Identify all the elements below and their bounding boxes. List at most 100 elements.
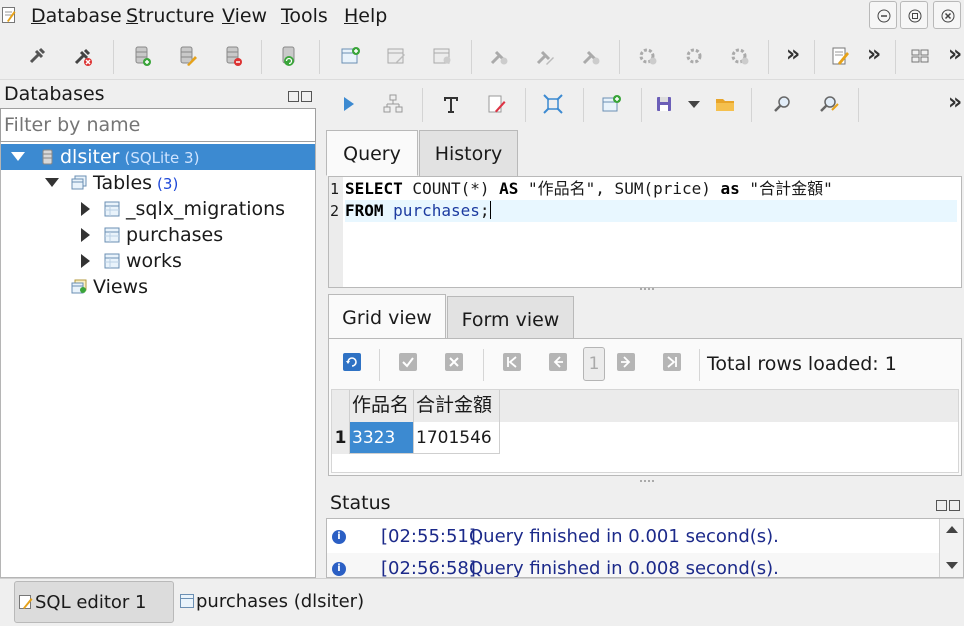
tab-form-view[interactable]: Form view (447, 296, 574, 338)
find-replace-icon[interactable] (817, 92, 841, 116)
edit-index-icon[interactable] (682, 44, 706, 68)
last-page-icon[interactable] (663, 353, 681, 371)
toolbar-overflow-2-icon[interactable]: ›› (867, 42, 881, 67)
tab-grid-view[interactable]: Grid view (328, 294, 446, 340)
remove-database-icon[interactable] (221, 44, 245, 68)
tree-item-table[interactable]: _sqlx_migrations (1, 196, 315, 222)
tree-item-tables[interactable]: Tables (3) (1, 170, 315, 196)
edit-table-icon[interactable] (384, 44, 408, 68)
edit-column-icon[interactable] (533, 44, 557, 68)
fit-layout-icon[interactable] (541, 92, 565, 116)
menu-view[interactable]: View (222, 5, 267, 27)
close-button[interactable] (933, 1, 961, 29)
commit-icon[interactable] (399, 353, 417, 371)
collapse-arrow-icon[interactable] (45, 178, 59, 187)
tree-item-views[interactable]: Views (1, 274, 315, 300)
views-label: Views (93, 276, 148, 298)
table-name: _sqlx_migrations (126, 198, 286, 220)
find-icon[interactable] (771, 92, 795, 116)
tree-item-table[interactable]: works (1, 248, 315, 274)
next-page-icon[interactable] (617, 353, 635, 371)
status-entry: i [02:56:58] Query finished in 0.008 sec… (327, 553, 939, 578)
table-icon (104, 253, 120, 269)
restore-button[interactable] (900, 1, 928, 29)
tab-sql-editor[interactable]: SQL editor 1 (14, 581, 174, 623)
menu-database[interactable]: Database (31, 5, 122, 27)
editor-toolbar-overflow-icon[interactable]: ›› (948, 90, 962, 115)
table-name: works (126, 250, 182, 272)
edit-database-icon[interactable] (175, 44, 199, 68)
save-dropdown-icon[interactable] (682, 92, 706, 116)
result-splitter-handle[interactable] (640, 480, 654, 483)
tree-item-database[interactable]: dlsiter (SQLite 3) (1, 144, 315, 170)
first-page-icon[interactable] (503, 353, 521, 371)
tree-item-table[interactable]: purchases (1, 222, 315, 248)
drop-table-icon[interactable] (430, 44, 454, 68)
toolbar-overflow-1-icon[interactable]: ›› (786, 42, 800, 67)
previous-page-icon[interactable] (549, 353, 567, 371)
refresh-database-icon[interactable] (277, 44, 301, 68)
add-column-icon[interactable] (487, 44, 511, 68)
add-index-icon[interactable] (636, 44, 660, 68)
scroll-down-icon[interactable] (945, 561, 959, 571)
database-type-badge: (SQLite 3) (124, 149, 200, 167)
collapse-arrow-icon[interactable] (11, 152, 25, 161)
sql-editor[interactable]: 1 2 SELECT COUNT(*) AS "作品名", SUM(price)… (328, 176, 962, 288)
open-sql-icon[interactable] (713, 92, 737, 116)
expand-arrow-icon[interactable] (81, 202, 90, 216)
format-sql-icon[interactable] (439, 92, 463, 116)
editor-splitter-handle[interactable] (640, 288, 654, 291)
status-time: [02:56:58] (381, 558, 476, 578)
tab-history[interactable]: History (419, 130, 518, 176)
tile-windows-icon[interactable] (908, 44, 932, 68)
add-table-icon[interactable] (338, 44, 362, 68)
column-header[interactable]: 合計金額 (414, 390, 500, 422)
run-query-icon[interactable] (336, 92, 360, 116)
grid-cell[interactable]: 3323 (350, 422, 414, 454)
expand-arrow-icon[interactable] (81, 228, 90, 242)
new-sql-editor-icon[interactable] (828, 44, 852, 68)
drop-index-icon[interactable] (728, 44, 752, 68)
drop-column-icon[interactable] (579, 44, 603, 68)
databases-panel-title: Databases (4, 83, 105, 105)
menu-help[interactable]: Help (344, 5, 387, 27)
rollback-icon[interactable] (445, 353, 463, 371)
scroll-up-icon[interactable] (945, 524, 959, 534)
code-line-current: FROM purchases; (345, 200, 957, 222)
grid-cell[interactable]: 1701546 (414, 422, 500, 454)
connect-icon[interactable] (25, 44, 49, 68)
status-message: Query finished in 0.001 second(s). (469, 526, 779, 547)
disconnect-icon[interactable] (71, 44, 95, 68)
toolbar-overflow-3-icon[interactable]: ›› (948, 42, 962, 67)
expand-arrow-icon[interactable] (81, 254, 90, 268)
float-panel-icon[interactable] (936, 500, 947, 511)
app-logo-icon (2, 7, 16, 23)
status-scrollbar[interactable] (939, 519, 963, 577)
row-header[interactable]: 1 (332, 422, 350, 454)
explain-plan-icon[interactable] (381, 92, 405, 116)
add-database-icon[interactable] (130, 44, 154, 68)
status-log: i [02:55:51] Query finished in 0.001 sec… (326, 518, 964, 578)
code-line: SELECT COUNT(*) AS "作品名", SUM(price) as … (345, 179, 833, 198)
status-panel-title: Status (330, 492, 391, 514)
filter-input[interactable] (0, 108, 316, 142)
status-dock-controls (936, 496, 964, 511)
minimize-button[interactable] (869, 1, 897, 29)
add-to-favorites-icon[interactable] (599, 92, 623, 116)
panel-dock-controls (288, 87, 316, 102)
database-name: dlsiter (60, 146, 120, 168)
page-number-field[interactable]: 1 (583, 347, 605, 381)
tab-query[interactable]: Query (326, 130, 418, 176)
menu-structure[interactable]: Structure (126, 5, 214, 27)
tab-label: purchases (dlsiter) (196, 591, 365, 612)
save-sql-icon[interactable] (652, 92, 676, 116)
float-panel-icon[interactable] (288, 91, 299, 102)
edit-sql-icon[interactable] (484, 92, 508, 116)
tab-table-purchases[interactable]: purchases (dlsiter) (176, 581, 366, 623)
close-panel-icon[interactable] (949, 500, 960, 511)
database-icon (42, 149, 53, 165)
menu-tools[interactable]: Tools (281, 5, 328, 27)
close-panel-icon[interactable] (301, 91, 312, 102)
column-header[interactable]: 作品名 (350, 390, 414, 422)
refresh-results-icon[interactable] (343, 353, 361, 371)
